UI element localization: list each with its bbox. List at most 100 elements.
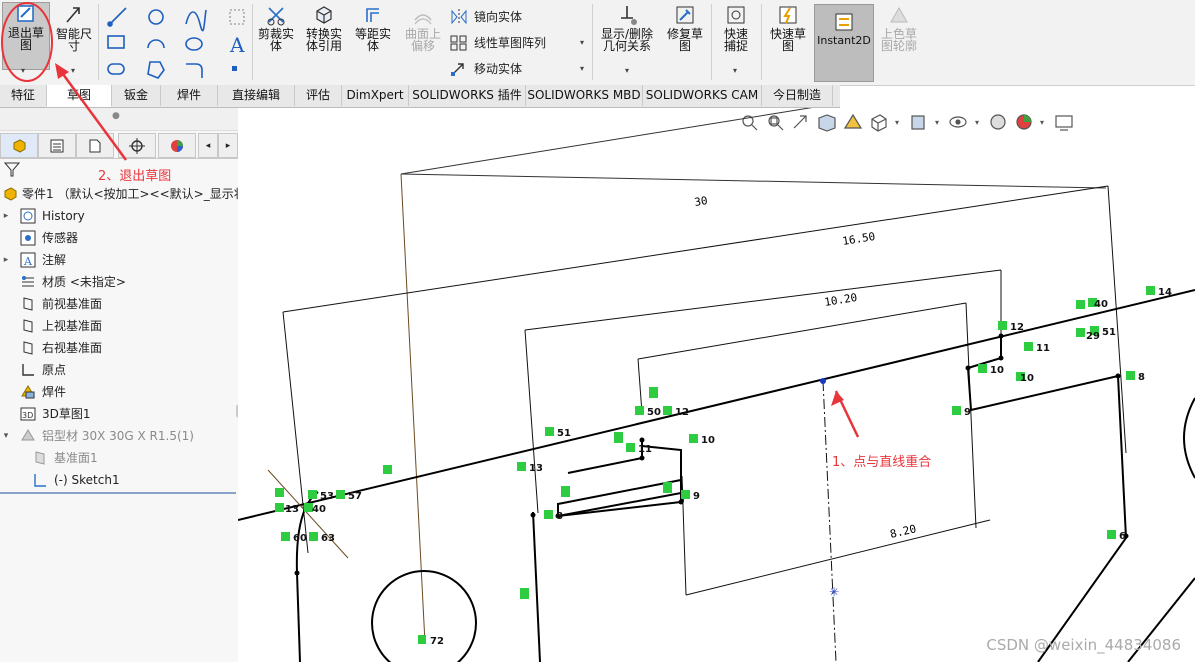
shaded-sketch-contours-button[interactable]: 上色草图轮廓 [876,4,922,64]
tree-item-history[interactable]: ▸ History [0,206,85,226]
sketch-point [639,455,645,461]
tabs-scroll-right[interactable]: ▸ [218,133,238,158]
repair-sketch-button[interactable]: 修复草图 [662,4,708,64]
tree-item-origin[interactable]: 原点 [0,360,66,380]
tab-weldments[interactable]: 焊件 [161,85,218,106]
svg-text:29: 29 [1086,331,1100,342]
annotation-step-2: 2、退出草图 [98,169,172,184]
tree-item-right-plane[interactable]: 右视基准面 [0,338,102,358]
svg-text:14: 14 [1158,287,1172,298]
tree-item-label: 右视基准面 [42,341,103,355]
appearance-icon [171,139,183,152]
relation-badge: 12 [998,321,1024,333]
rollback-bar[interactable] [0,492,236,494]
chevron-down-icon[interactable]: ▾ [580,38,584,47]
relation-badge: 63 [309,532,335,544]
expand-icon[interactable]: ▸ [0,206,12,226]
extension-line [1107,185,1127,454]
chevron-down-icon[interactable]: ▾ [580,64,584,73]
instant2d-button[interactable]: Instant2D [814,4,874,82]
sketch-point [678,499,684,505]
move-entities-button[interactable]: 移动实体 [450,60,522,77]
chevron-down-icon[interactable]: ▾ [625,66,629,75]
midpoint-marker: ✳ [829,585,839,599]
linear-pattern-button[interactable]: 线性草图阵列 [450,34,546,51]
relation-badge: 13 [517,462,543,474]
tab-solidworks-addins[interactable]: SOLIDWORKS 插件 [409,85,526,106]
chevron-down-icon[interactable]: ▾ [733,66,737,75]
expand-icon[interactable]: ▸ [0,250,12,270]
display-delete-relations-button[interactable]: 显示/删除几何关系 [596,4,658,64]
mirror-entities-button[interactable]: 镜向实体 [450,8,522,25]
plane-icon [23,297,33,311]
tree-item-label: (-) Sketch1 [54,473,120,487]
repair-icon [676,6,694,24]
tree-item-front-plane[interactable]: 前视基准面 [0,294,102,314]
convert-entities-button[interactable]: 转换实体引用 [302,4,346,64]
display-manager-tab[interactable] [158,133,196,158]
tab-dimxpert[interactable]: DimXpert [342,85,409,106]
tab-evaluate[interactable]: 评估 [295,85,342,106]
divider [711,4,712,80]
offset-on-surface-button[interactable]: 曲面上偏移 [400,4,446,64]
collapse-icon[interactable]: ▾ [0,426,12,446]
svg-text:40: 40 [1094,299,1108,310]
sketch-right-profile [967,367,1128,662]
relation-badge: 60 [281,532,307,544]
tab-solidworks-mbd[interactable]: SOLIDWORKS MBD [526,85,643,106]
tree-item-plane1[interactable]: 基准面1 [24,448,98,468]
tree-item-label: 基准面1 [54,451,98,465]
instant2d-label: Instant2D [817,34,871,47]
dimension-10-20: 10.20 [823,291,858,309]
offset-entities-button[interactable]: 等距实体 [350,4,396,64]
trim-entities-button[interactable]: 剪裁实体 [254,4,298,64]
tree-item-structural-member[interactable]: ▾ 铝型材 30X 30G X R1.5(1) [0,426,194,446]
shaded-contour-label: 上色草图轮廓 [880,27,917,53]
dimension-line [685,519,991,596]
3d-sketch-icon: 3D [20,407,36,421]
origin-icon [22,364,34,376]
dimension-line [400,108,813,175]
svg-text:10: 10 [1020,373,1034,384]
offset-surface-label: 曲面上偏移 [404,27,441,53]
sketch-drawing[interactable]: ✳ 30 16.50 10.20 8.20 72 57 53 40 13 60 … [238,108,1195,662]
annotation-overlay [1,2,128,161]
tree-item-3dsketch[interactable]: 3D 3D草图1 [0,404,91,424]
tree-item-material[interactable]: 材质 <未指定> [0,272,126,292]
quick-snaps-button[interactable]: 快速捕捉 [714,4,758,64]
svg-text:13: 13 [285,504,299,515]
tree-item-top-plane[interactable]: 上视基准面 [0,316,102,336]
tree-item-weldment[interactable]: 焊件 [0,382,66,402]
plane-icon [23,341,33,355]
svg-text:11: 11 [638,444,652,455]
relation-badge [614,432,623,443]
point-icon [232,66,237,71]
relation-badge: 10 [1016,372,1034,384]
mirror-icon [451,8,467,25]
extension-line [524,329,539,514]
rapid-sketch-button[interactable]: 快速草图 [764,4,812,64]
tree-item-sketch1[interactable]: (-) Sketch1 [24,470,120,490]
repair-label: 修复草图 [666,27,703,53]
tab-direct-editing[interactable]: 直接编辑 [218,85,295,106]
tree-item-label: 焊件 [42,385,67,399]
plane-icon [229,9,245,25]
annotation-step-1: 1、点与直线重合 [832,455,932,470]
relation-badge: 72 [418,635,444,647]
relation-badge [383,465,392,474]
relation-badge: 50 [635,406,661,418]
tree-root-part[interactable]: 零件1 （默认<按加工><<默认>_显示状 [0,184,246,204]
relation-badge: 53 [308,490,334,502]
tabs-scroll-left[interactable]: ◂ [198,133,218,158]
sketch-point [998,355,1004,361]
tab-solidworks-cam[interactable]: SOLIDWORKS CAM [643,85,762,106]
tree-item-annotations[interactable]: ▸ A 注解 [0,250,66,270]
tab-3dexperience-make[interactable]: 今日制造 [762,85,833,106]
relation-badge: 11 [1024,342,1050,354]
tree-item-sensors[interactable]: 传感器 [0,228,78,248]
trim-icon [267,7,285,26]
sketch-line-top [238,289,1195,521]
svg-text:63: 63 [321,533,335,544]
relation-badge [663,482,672,493]
relation-badge: 57 [336,490,362,502]
